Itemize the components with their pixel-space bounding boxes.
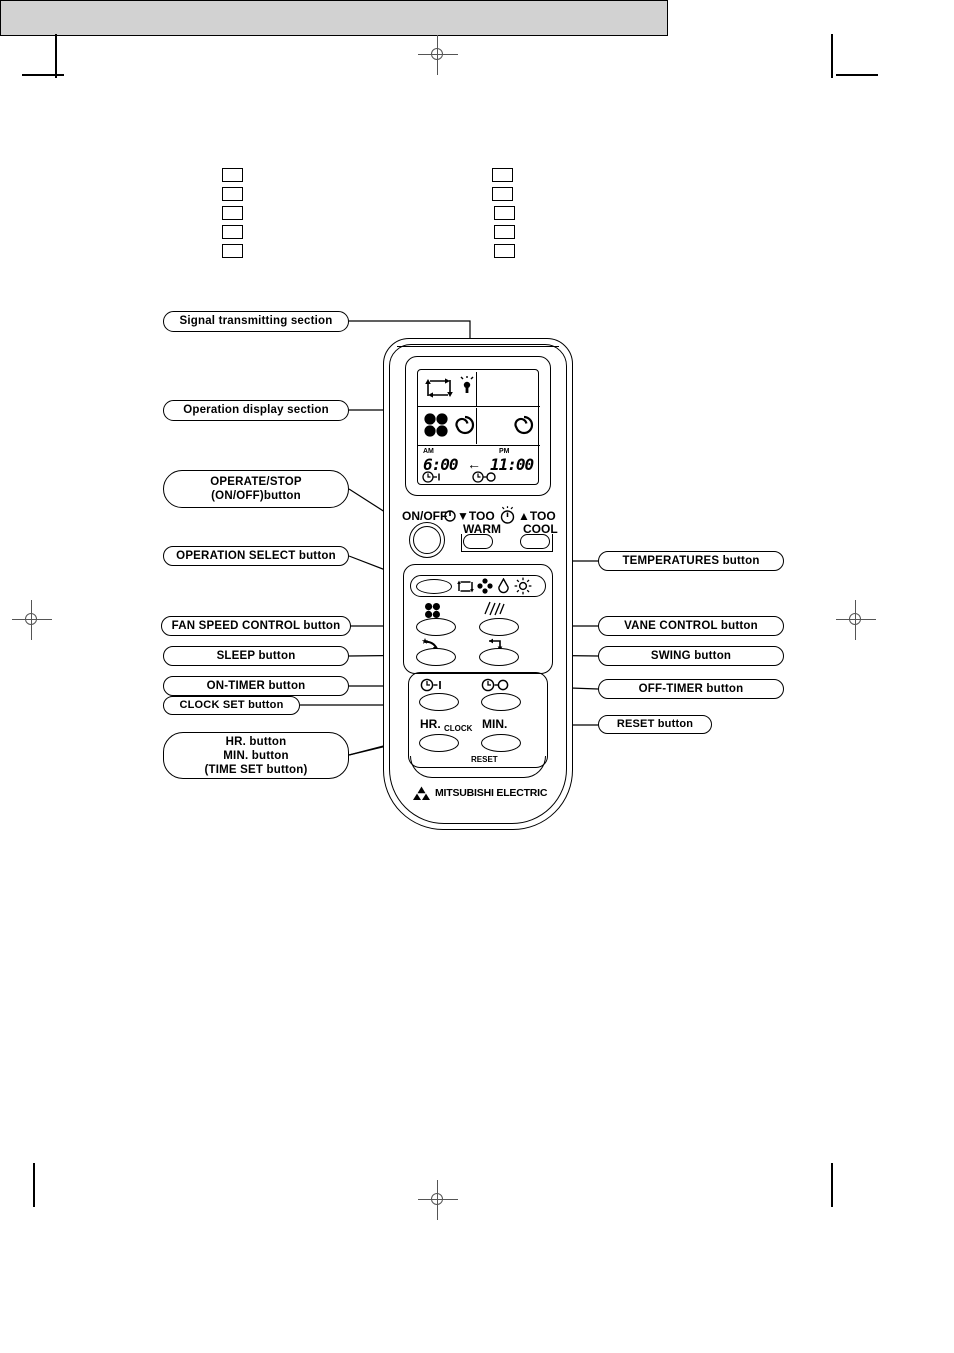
callout-clock-set-button: CLOCK SET button xyxy=(163,696,300,715)
lcd-divider-vertical-2 xyxy=(476,408,477,444)
fan-speed-control-button[interactable] xyxy=(416,618,456,636)
mode-cool-icon xyxy=(477,578,493,594)
callout-vane-control-button: VANE CONTROL button xyxy=(598,616,784,636)
clock-label: CLOCK xyxy=(444,724,473,733)
off-timer-icon xyxy=(481,678,509,692)
swirl-icon-left xyxy=(455,415,475,435)
signal-transmitting-section xyxy=(397,346,559,347)
sleep-button[interactable] xyxy=(416,648,456,666)
callout-sleep-button: SLEEP button xyxy=(163,646,349,666)
brand-logo-group: MITSUBISHI ELECTRIC xyxy=(413,786,563,800)
checkbox-left-1[interactable] xyxy=(222,168,243,182)
mode-heat-icon xyxy=(514,577,532,595)
vane-circulation-icon xyxy=(425,378,453,398)
vane-control-button[interactable] xyxy=(479,618,519,636)
callout-time-set-line3: (TIME SET button) xyxy=(204,763,308,776)
operation-select-button[interactable] xyxy=(416,579,452,594)
vane-control-icon xyxy=(484,601,505,616)
too-cool-label-line1: ▲TOO xyxy=(518,509,556,523)
lcd-on-timer-meridiem: AM xyxy=(423,448,434,455)
temperatures-bracket xyxy=(461,534,553,552)
checkbox-right-2[interactable] xyxy=(492,187,513,201)
checkbox-right-4[interactable] xyxy=(494,225,515,239)
on-timer-icon xyxy=(420,678,441,692)
checkbox-right-3[interactable] xyxy=(494,206,515,220)
registration-mark-top xyxy=(418,35,458,75)
checkbox-left-3[interactable] xyxy=(222,206,243,220)
callout-reset-button: RESET button xyxy=(598,715,712,734)
mode-auto-icon xyxy=(457,580,474,593)
page-header-band xyxy=(0,0,668,36)
operate-stop-button-ring xyxy=(409,522,445,558)
callout-operate-stop-line1: OPERATE/STOP xyxy=(210,476,302,488)
checkbox-left-4[interactable] xyxy=(222,225,243,239)
operation-display-section: AM 6:00 ← PM 11:00 xyxy=(405,356,551,496)
checkbox-left-5[interactable] xyxy=(222,244,243,258)
checkbox-left-2[interactable] xyxy=(222,187,243,201)
callout-off-timer-button: OFF-TIMER button xyxy=(598,679,784,699)
callout-operation-select-button: OPERATION SELECT button xyxy=(163,546,349,566)
callout-on-timer-button: ON-TIMER button xyxy=(163,676,349,696)
callout-operate-stop-line2: (ON/OFF)button xyxy=(211,490,301,502)
power-icon xyxy=(444,510,456,522)
lcd-timer-arrow: ← xyxy=(467,456,481,472)
crop-mark-top-left-v xyxy=(55,34,57,78)
registration-mark-bottom xyxy=(418,1180,458,1220)
mode-dry-icon xyxy=(498,578,509,594)
fan-speed-control-icon xyxy=(425,603,440,618)
callout-swing-button: SWING button xyxy=(598,646,784,666)
mitsubishi-three-diamonds-icon xyxy=(413,786,430,800)
min-button[interactable] xyxy=(481,734,521,752)
lcd-off-timer-icon xyxy=(472,471,496,483)
callout-temperatures-button: TEMPERATURES button xyxy=(598,551,784,571)
swirl-icon-right xyxy=(514,415,534,435)
crop-mark-bottom-left-v xyxy=(33,1163,35,1207)
callout-fan-speed-control-button: FAN SPEED CONTROL button xyxy=(161,616,351,636)
fan-speed-icon xyxy=(424,413,448,437)
lcd-on-timer-icon xyxy=(422,471,440,483)
remote-control-body: AM 6:00 ← PM 11:00 ON/OFF ▼TOO WARM ▲TOO… xyxy=(383,338,573,830)
crop-mark-top-right-v xyxy=(831,34,833,78)
min-label: MIN. xyxy=(482,717,508,731)
registration-mark-left xyxy=(12,600,52,640)
brand-name: MITSUBISHI ELECTRIC xyxy=(435,787,548,799)
crop-mark-bottom-right-v xyxy=(831,1163,833,1207)
lcd-screen: AM 6:00 ← PM 11:00 xyxy=(417,369,540,485)
checkbox-right-1[interactable] xyxy=(492,168,513,182)
lcd-off-timer-meridiem: PM xyxy=(499,448,510,455)
on-timer-button[interactable] xyxy=(419,693,459,711)
checkbox-right-5[interactable] xyxy=(494,244,515,258)
thermometer-icon xyxy=(500,506,515,524)
onoff-label: ON/OFF xyxy=(402,509,448,523)
transmit-signal-icon xyxy=(460,376,474,393)
crop-mark-top-left-h xyxy=(22,74,64,76)
too-warm-label-line1: ▼TOO xyxy=(457,509,495,523)
callout-operation-display-section: Operation display section xyxy=(163,400,349,421)
lcd-divider-2 xyxy=(418,445,540,446)
hr-label: HR. xyxy=(420,717,441,731)
callout-signal-transmitting-section: Signal transmitting section xyxy=(163,311,349,332)
callout-time-set-button: HR. button MIN. button (TIME SET button) xyxy=(163,732,349,779)
callout-time-set-line2: MIN. button xyxy=(223,749,289,762)
swing-button[interactable] xyxy=(479,648,519,666)
registration-mark-right xyxy=(836,600,876,640)
lcd-divider-vertical-1 xyxy=(476,372,477,406)
crop-mark-top-right-h xyxy=(836,74,878,76)
lcd-divider-1 xyxy=(418,406,540,407)
callout-operate-stop-button: OPERATE/STOP (ON/OFF)button xyxy=(163,470,349,508)
callout-time-set-line1: HR. button xyxy=(225,735,287,748)
timer-plate-bottom-curve xyxy=(410,756,546,778)
off-timer-button[interactable] xyxy=(481,693,521,711)
hr-button[interactable] xyxy=(419,734,459,752)
